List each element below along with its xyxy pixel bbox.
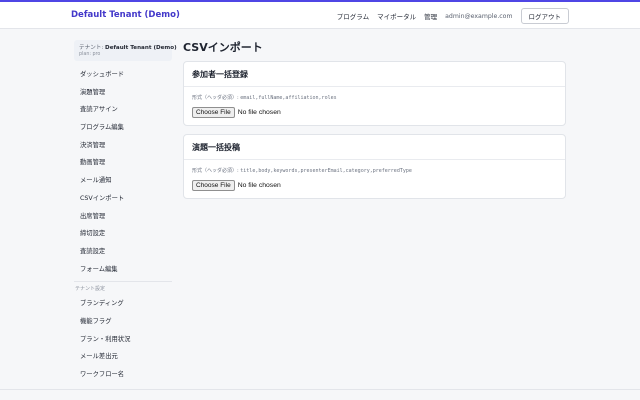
card-body: 形式（ヘッダ必須）: email,fullName,affiliation,ro… <box>184 87 565 125</box>
brand-title[interactable]: Default Tenant (Demo) <box>71 10 180 20</box>
sidebar-item-mail-sender[interactable]: メール差出元 <box>74 348 172 366</box>
choose-file-button[interactable]: Choose File <box>192 180 235 191</box>
card-title: 演題一括投稿 <box>184 135 565 160</box>
format-hint: 形式（ヘッダ必須）: email,fullName,affiliation,ro… <box>192 93 557 103</box>
sidebar-item-program-edit[interactable]: プログラム編集 <box>74 119 172 137</box>
nav-link-admin[interactable]: 管理 <box>424 11 437 21</box>
format-label: 形式（ヘッダ必須）: <box>192 168 241 174</box>
sidebar-item-dashboard[interactable]: ダッシュボード <box>74 66 172 84</box>
top-header: Default Tenant (Demo) プログラム マイポータル 管理 ad… <box>0 2 640 29</box>
file-input: Choose File No file chosen <box>192 107 557 118</box>
sidebar-divider <box>74 281 172 283</box>
file-input: Choose File No file chosen <box>192 180 557 191</box>
sidebar-item-videos[interactable]: 動画管理 <box>74 154 172 172</box>
sidebar-section-tenant-settings: テナント設定 <box>75 286 106 293</box>
sidebar-item-review-settings[interactable]: 査読設定 <box>74 243 172 261</box>
card-body: 形式（ヘッダ必須）: title,body,keywords,presenter… <box>184 160 565 198</box>
card-title: 参加者一括登録 <box>184 62 565 87</box>
nav-link-my-portal[interactable]: マイポータル <box>377 11 416 21</box>
sidebar-item-deadlines[interactable]: 締切設定 <box>74 225 172 243</box>
tenant-prefix: テナント: <box>79 45 106 51</box>
sidebar-item-csv-import[interactable]: CSVインポート <box>74 190 172 208</box>
tenant-name: Default Tenant (Demo) <box>105 45 177 51</box>
tenant-line: テナント: Default Tenant (Demo) <box>79 43 177 51</box>
main-content: CSVインポート 参加者一括登録 形式（ヘッダ必須）: email,fullNa… <box>183 40 566 207</box>
file-status: No file chosen <box>237 182 281 189</box>
tenant-info: テナント: Default Tenant (Demo) plan: pro <box>74 40 177 61</box>
sidebar-item-attendance[interactable]: 出席管理 <box>74 208 172 226</box>
format-hint: 形式（ヘッダ必須）: title,body,keywords,presenter… <box>192 166 557 176</box>
file-status: No file chosen <box>237 109 281 116</box>
sidebar-item-feature-flags[interactable]: 機能フラグ <box>74 313 172 331</box>
tenant-plan: plan: pro <box>79 52 101 57</box>
format-columns: title,body,keywords,presenterEmail,categ… <box>240 168 412 174</box>
sidebar-item-plan-usage[interactable]: プラン・利用状況 <box>74 331 172 349</box>
nav-link-program[interactable]: プログラム <box>337 11 369 21</box>
sidebar-item-email-notifications[interactable]: メール通知 <box>74 172 172 190</box>
logout-button[interactable]: ログアウト <box>520 8 569 24</box>
sidebar: テナント: Default Tenant (Demo) plan: pro ダッ… <box>74 40 177 384</box>
header-nav: プログラム マイポータル 管理 admin@example.com ログアウト <box>329 8 569 24</box>
sidebar-item-submissions[interactable]: 演題管理 <box>74 84 172 102</box>
choose-file-button[interactable]: Choose File <box>192 107 235 118</box>
format-label: 形式（ヘッダ必須）: <box>192 95 241 101</box>
sidebar-item-branding[interactable]: ブランディング <box>74 295 172 313</box>
page-footer <box>0 389 640 400</box>
user-email: admin@example.com <box>445 12 513 20</box>
sidebar-item-payments[interactable]: 決済管理 <box>74 137 172 155</box>
abstracts-import-card: 演題一括投稿 形式（ヘッダ必須）: title,body,keywords,pr… <box>183 134 566 199</box>
page-title: CSVインポート <box>183 41 263 54</box>
sidebar-item-workflow-name[interactable]: ワークフロー名 <box>74 366 172 384</box>
participants-import-card: 参加者一括登録 形式（ヘッダ必須）: email,fullName,affili… <box>183 61 566 126</box>
format-columns: email,fullName,affiliation,roles <box>240 95 337 101</box>
sidebar-item-form-edit[interactable]: フォーム編集 <box>74 261 172 279</box>
sidebar-item-review-assign[interactable]: 査読アサイン <box>74 101 172 119</box>
